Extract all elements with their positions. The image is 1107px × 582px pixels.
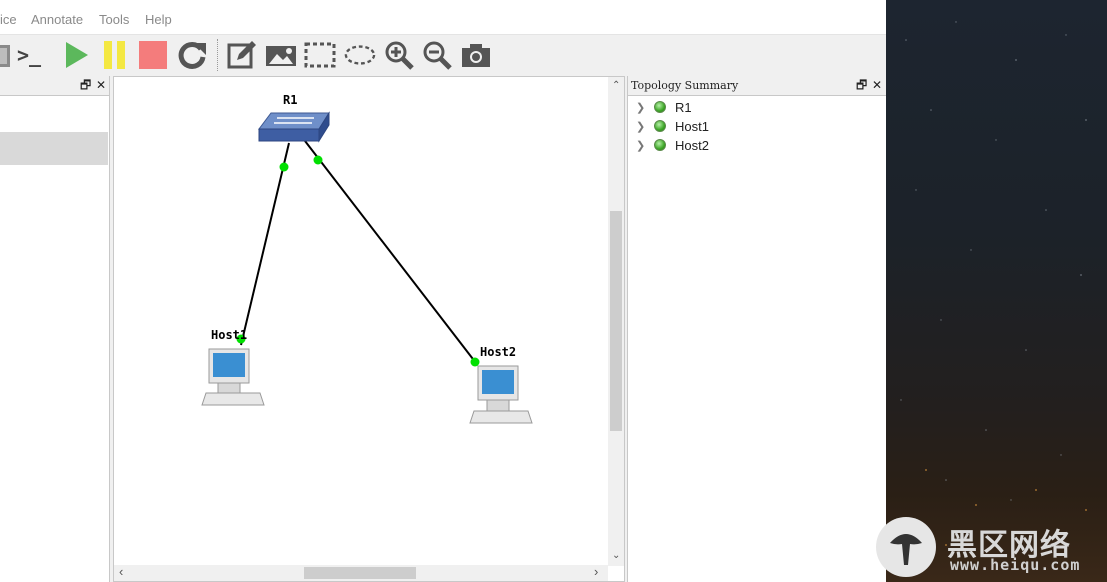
start-icon [66,42,88,68]
horizontal-scrollbar[interactable]: ‹ › [114,565,608,581]
screenshot-button[interactable] [460,39,492,71]
summary-item-host1[interactable]: ❯ Host1 [636,117,709,135]
start-button[interactable] [59,39,91,71]
topology-canvas[interactable]: R1 Host1 Host2 ⌃ ⌄ ‹ › [113,76,625,582]
insert-picture-button[interactable] [265,39,297,71]
zoom-out-icon [423,41,452,70]
topology-summary-panel: Topology Summary 🗗 ✕ ❯ R1 ❯ Host1 ❯ Host… [627,76,886,582]
link-status-indicator [470,357,480,367]
topology-summary-header: Topology Summary 🗗 ✕ [628,76,886,96]
reload-button[interactable] [176,39,208,71]
toolbar-separator [217,39,220,71]
suspend-icon [104,41,125,69]
expand-chevron-icon[interactable]: ❯ [636,120,646,133]
link-r1-host2[interactable] [304,140,477,364]
draw-ellipse-button[interactable] [344,39,376,71]
computer-host1-icon[interactable] [201,348,265,406]
desktop-wallpaper [886,0,1107,582]
left-dock-panel: 🗗 ✕ [0,76,110,582]
status-led-icon [654,139,666,151]
vertical-scroll-thumb[interactable] [610,211,622,431]
dock-close-button[interactable]: ✕ [96,78,106,92]
toolbar: >_ [0,34,886,75]
summary-item-label: Host1 [675,118,709,134]
left-dock-header: 🗗 ✕ [0,76,109,96]
console-button[interactable]: >_ [13,39,45,71]
menu-annotate[interactable]: Annotate [31,12,83,27]
computer-host2-icon[interactable] [469,365,533,424]
menu-tools[interactable]: Tools [99,12,129,27]
vertical-scrollbar[interactable]: ⌃ ⌄ [608,77,624,566]
scroll-down-arrow[interactable]: ⌄ [612,551,620,561]
expand-chevron-icon[interactable]: ❯ [636,139,646,152]
summary-item-label: Host2 [675,137,709,153]
switch-r1-icon[interactable] [258,111,330,143]
summary-item-label: R1 [675,99,692,115]
menu-device[interactable]: ice [0,12,17,27]
panel-title: Topology Summary [631,79,739,92]
suspend-button[interactable] [98,39,130,71]
starfield [900,21,1087,546]
link-status-indicator [279,162,289,172]
expand-chevron-icon[interactable]: ❯ [636,101,646,114]
draw-rectangle-button[interactable] [304,39,336,71]
stop-button[interactable] [137,39,169,71]
summary-item-host2[interactable]: ❯ Host2 [636,136,709,154]
scroll-up-arrow[interactable]: ⌃ [612,81,620,91]
stop-icon [139,41,167,69]
devices-icon [0,45,10,67]
zoom-out-button[interactable] [421,39,453,71]
watermark-logo [876,517,936,577]
add-note-button[interactable] [226,39,258,71]
draw-ellipse-icon [344,45,376,65]
dock-float-button[interactable]: 🗗 [80,78,91,92]
menu-help[interactable]: Help [145,12,172,27]
zoom-in-button[interactable] [383,39,415,71]
console-icon: >_ [16,43,42,67]
gns3-window: ice Annotate Tools Help >_ 🗗 ✕ R1 Host1 … [0,0,886,582]
dock-close-button[interactable]: ✕ [872,78,882,92]
link-r1-host1[interactable] [240,142,290,346]
add-note-icon [227,41,256,69]
scroll-right-arrow[interactable]: › [594,565,598,578]
topology-drawing [201,111,533,424]
status-led-icon [654,120,666,132]
selected-list-item[interactable] [0,132,108,165]
reload-icon [178,41,206,69]
zoom-in-icon [385,41,414,70]
menu-bar: ice Annotate Tools Help [0,0,886,34]
node-label-r1[interactable]: R1 [283,93,297,107]
node-label-host1[interactable]: Host1 [211,328,247,342]
horizontal-scroll-thumb[interactable] [304,567,416,579]
insert-picture-icon [266,46,296,66]
dock-float-button[interactable]: 🗗 [856,78,867,92]
watermark-url: www.heiqu.com [950,556,1081,574]
draw-rectangle-icon [304,42,336,68]
link-status-indicator [313,155,323,165]
summary-item-r1[interactable]: ❯ R1 [636,98,692,116]
node-label-host2[interactable]: Host2 [480,345,516,359]
status-led-icon [654,101,666,113]
screenshot-icon [462,44,490,67]
scroll-left-arrow[interactable]: ‹ [119,565,123,578]
